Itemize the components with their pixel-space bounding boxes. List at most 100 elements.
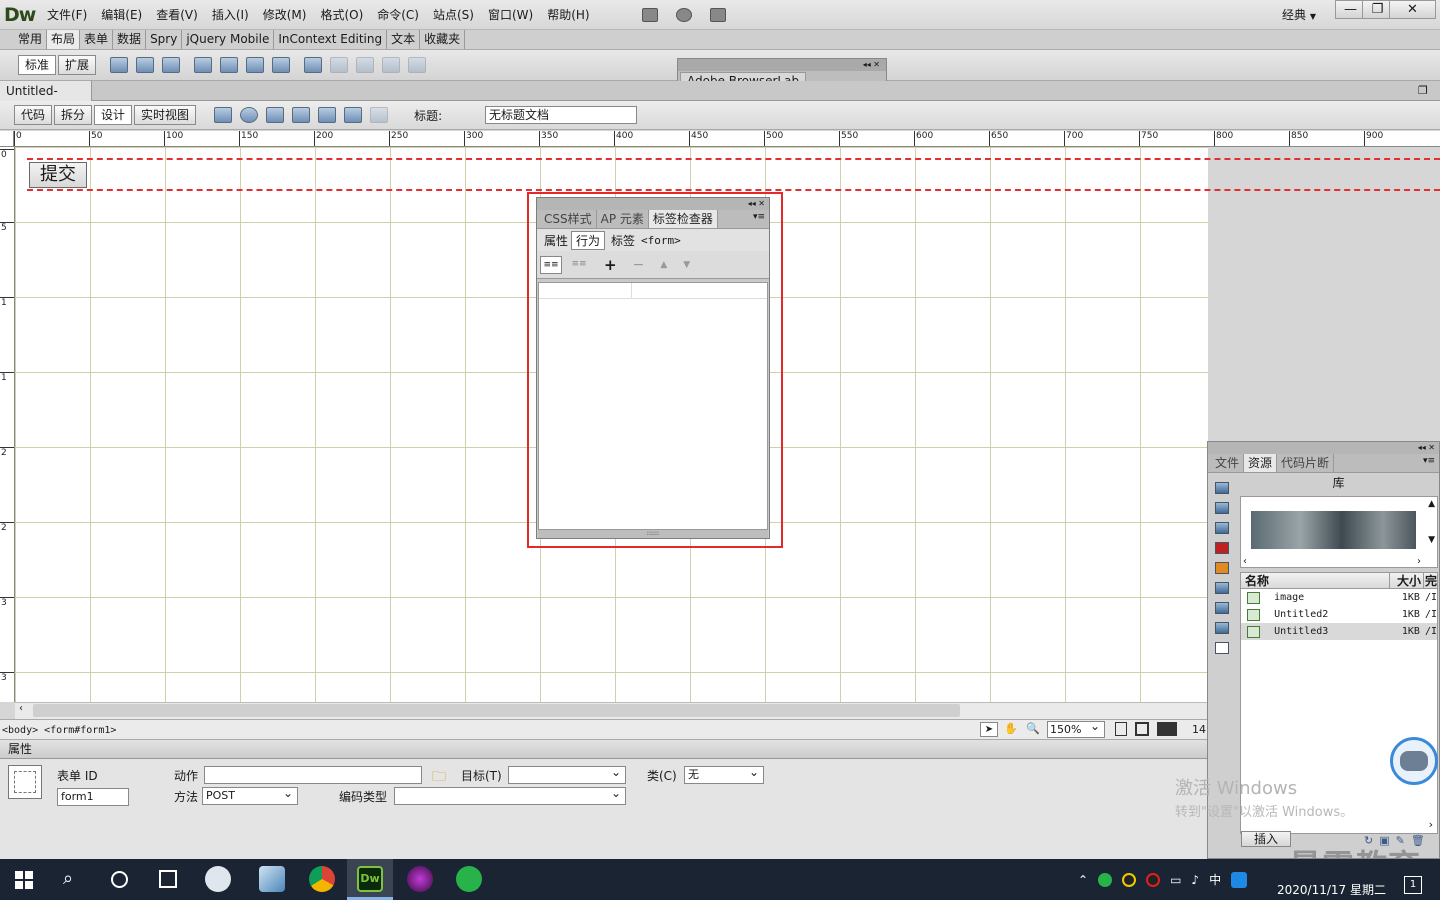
- preview-browser-icon[interactable]: [240, 107, 259, 123]
- vertical-ruler[interactable]: 0 5 1 1 2 2 3 3: [0, 147, 15, 702]
- assistant-avatar[interactable]: [1390, 737, 1438, 785]
- menu-format[interactable]: 格式(O): [313, 0, 370, 30]
- media-app-icon[interactable]: [407, 866, 433, 892]
- qq-tray-icon-2[interactable]: [1146, 872, 1161, 887]
- multiscreen-icon[interactable]: [214, 107, 233, 123]
- tab-incontext[interactable]: InContext Editing: [274, 30, 388, 49]
- menu-window[interactable]: 窗口(W): [481, 0, 540, 30]
- scroll-right-icon[interactable]: ›: [1417, 556, 1421, 567]
- ap-div-icon[interactable]: [136, 57, 155, 73]
- scripts-category-icon[interactable]: [1215, 602, 1229, 614]
- notification-icon[interactable]: 1: [1404, 876, 1422, 894]
- tab-text[interactable]: 文本: [387, 30, 421, 49]
- colors-category-icon[interactable]: [1215, 502, 1229, 514]
- scroll-up-icon[interactable]: ▲: [1428, 499, 1435, 509]
- network-icon[interactable]: ▭: [1170, 873, 1181, 887]
- scrollbar-thumb[interactable]: [33, 704, 960, 717]
- panel-options-icon[interactable]: ▾≡: [1423, 456, 1435, 466]
- tab-files[interactable]: 文件: [1211, 454, 1245, 472]
- menu-insert[interactable]: 插入(I): [205, 0, 256, 30]
- window-size-readout[interactable]: 14: [1192, 723, 1206, 736]
- mobile-size-icon[interactable]: [1115, 722, 1127, 736]
- tab-spry[interactable]: Spry: [146, 30, 183, 49]
- submit-button[interactable]: 提交: [29, 162, 87, 188]
- class-select[interactable]: 无: [684, 764, 764, 784]
- w3c-validation-icon[interactable]: [292, 107, 311, 123]
- insert-button[interactable]: 插入: [1241, 831, 1291, 847]
- document-title-input[interactable]: 无标题文档: [485, 106, 637, 124]
- document-tab[interactable]: Untitled-1*×: [0, 81, 92, 118]
- wechat-icon[interactable]: [456, 866, 482, 892]
- wechat-tray-icon[interactable]: [1098, 872, 1113, 887]
- flash-category-icon[interactable]: [1215, 542, 1229, 554]
- menu-help[interactable]: 帮助(H): [540, 0, 596, 30]
- form-id-input[interactable]: form1: [57, 788, 129, 806]
- templates-category-icon[interactable]: [1215, 622, 1229, 634]
- dreamweaver-icon[interactable]: Dw: [357, 866, 383, 892]
- scroll-left-icon[interactable]: ‹: [19, 703, 23, 714]
- tab-favorites[interactable]: 收藏夹: [420, 30, 466, 49]
- images-category-icon[interactable]: [1215, 482, 1229, 494]
- search-icon[interactable]: ⌕: [63, 868, 73, 889]
- site-icon[interactable]: [710, 8, 726, 22]
- ruler-origin[interactable]: [0, 131, 14, 147]
- expanded-mode-button[interactable]: 扩展: [58, 55, 97, 75]
- standard-mode-button[interactable]: 标准: [18, 55, 57, 75]
- zoom-select[interactable]: 150%: [1047, 719, 1105, 738]
- workspace-switcher[interactable]: 经典 ▼: [1282, 0, 1316, 30]
- spry-accordion-icon[interactable]: [246, 57, 265, 73]
- split-view-button[interactable]: 拆分: [54, 105, 93, 125]
- scroll-down-icon[interactable]: ▼: [1428, 535, 1435, 545]
- tab-snippets[interactable]: 代码片断: [1277, 454, 1335, 472]
- pinwheel-app-icon[interactable]: [205, 866, 231, 892]
- movies-category-icon[interactable]: [1215, 582, 1229, 594]
- live-view-button[interactable]: 实时视图: [134, 105, 197, 125]
- zoom-icon[interactable]: 🔍: [1024, 722, 1042, 737]
- action-input[interactable]: [204, 766, 422, 784]
- cortana-icon[interactable]: [111, 871, 128, 888]
- hand-icon[interactable]: ✋: [1002, 722, 1020, 737]
- urls-category-icon[interactable]: [1215, 522, 1229, 534]
- tab-assets[interactable]: 资源: [1244, 454, 1278, 472]
- enctype-select[interactable]: [394, 785, 626, 805]
- close-button[interactable]: ✕: [1389, 0, 1436, 19]
- library-category-icon[interactable]: [1215, 642, 1229, 654]
- notebook-app-icon[interactable]: [259, 866, 285, 892]
- scroll-left-icon[interactable]: ‹: [1243, 556, 1247, 567]
- col-name[interactable]: 名称: [1241, 572, 1389, 589]
- check-browser-icon[interactable]: [318, 107, 337, 123]
- tab-data[interactable]: 数据: [113, 30, 147, 49]
- spry-tabs-icon[interactable]: [220, 57, 239, 73]
- pointer-icon[interactable]: ➤: [980, 722, 998, 737]
- ime-indicator[interactable]: 中: [1209, 871, 1221, 888]
- restore-icon[interactable]: ❐: [1418, 84, 1428, 97]
- div-icon[interactable]: [110, 57, 129, 73]
- spry-menu-icon[interactable]: [194, 57, 213, 73]
- tag-selector[interactable]: <body> <form#form1>: [0, 725, 116, 736]
- task-view-icon[interactable]: [159, 870, 177, 888]
- code-view-button[interactable]: 代码: [14, 105, 53, 125]
- browserlab-titlebar[interactable]: ◂◂ ✕: [678, 59, 886, 71]
- qq-browser-icon[interactable]: [1231, 871, 1248, 888]
- target-select[interactable]: [508, 764, 626, 784]
- windows-start-icon[interactable]: [15, 871, 33, 889]
- tab-forms[interactable]: 表单: [80, 30, 114, 49]
- qq-tray-icon[interactable]: [1122, 872, 1137, 887]
- horizontal-ruler[interactable]: 0 50 100 150 200 250 300 350 400 450 500…: [14, 131, 1440, 147]
- menu-file[interactable]: 文件(F): [40, 0, 94, 30]
- file-management-icon[interactable]: [266, 107, 285, 123]
- volume-icon[interactable]: ♪: [1191, 873, 1199, 887]
- menu-site[interactable]: 站点(S): [426, 0, 481, 30]
- menu-modify[interactable]: 修改(M): [256, 0, 314, 30]
- layout-icon[interactable]: [642, 8, 658, 22]
- tab-layout[interactable]: 布局: [47, 30, 81, 49]
- tablet-size-icon[interactable]: [1135, 722, 1149, 736]
- library-item-selected[interactable]: Untitled3 1KB /I: [1241, 623, 1437, 640]
- tab-common[interactable]: 常用: [14, 30, 48, 49]
- visual-aids-icon[interactable]: [344, 107, 363, 123]
- library-item[interactable]: Untitled2 1KB /I: [1241, 606, 1437, 623]
- menu-edit[interactable]: 编辑(E): [94, 0, 149, 30]
- col-size[interactable]: 大小: [1388, 572, 1423, 589]
- form-outline[interactable]: [27, 158, 1440, 191]
- tab-jquery-mobile[interactable]: jQuery Mobile: [182, 30, 275, 49]
